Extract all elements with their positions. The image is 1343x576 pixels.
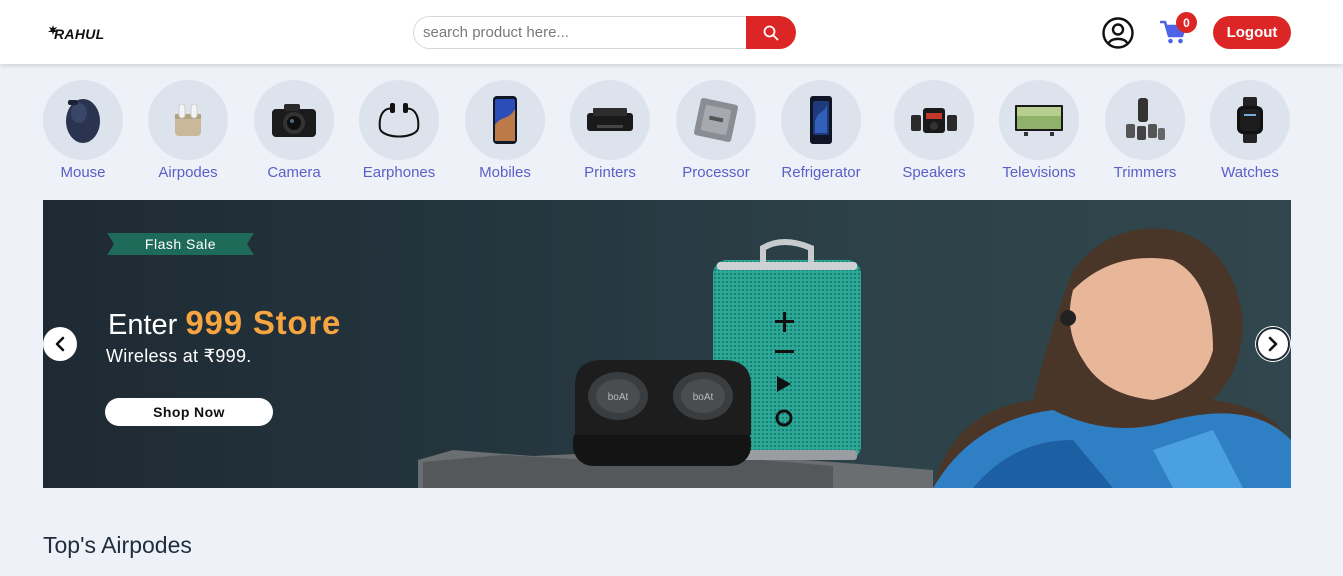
carousel-next-button[interactable] xyxy=(1256,327,1290,361)
banner-headline: Enter 999 Store xyxy=(108,304,341,342)
logo[interactable]: RAHUL xyxy=(48,22,108,44)
banner-headline-store: 999 Store xyxy=(185,304,342,341)
search-button[interactable] xyxy=(746,16,796,49)
category-label: Airpodes xyxy=(158,164,218,181)
speaker-icon xyxy=(911,108,957,133)
category-label: Watches xyxy=(1221,164,1279,181)
user-account-icon[interactable] xyxy=(1102,17,1134,49)
category-refrigerator[interactable]: Refrigerator xyxy=(771,80,871,184)
category-image xyxy=(999,80,1079,160)
mouse-icon xyxy=(66,99,100,143)
category-speakers[interactable]: Speakers xyxy=(884,80,984,184)
category-image xyxy=(676,80,756,160)
banner-subtitle: Wireless at ₹999. xyxy=(106,346,252,366)
earbud-brand-left: boAt xyxy=(608,392,629,403)
category-trimmers[interactable]: Trimmers xyxy=(1095,80,1195,184)
category-earphones[interactable]: Earphones xyxy=(349,80,449,184)
category-processor[interactable]: Processor xyxy=(666,80,766,184)
cart-count-badge: 0 xyxy=(1176,12,1197,33)
category-image xyxy=(1210,80,1290,160)
category-label: Trimmers xyxy=(1113,164,1177,181)
mobile-icon xyxy=(493,96,517,144)
category-label: Camera xyxy=(267,164,321,181)
category-label: Televisions xyxy=(1002,164,1076,181)
category-label: Speakers xyxy=(902,164,966,181)
category-image xyxy=(254,80,334,160)
category-label: Earphones xyxy=(362,164,436,181)
category-watches[interactable]: Watches xyxy=(1200,80,1300,184)
category-televisions[interactable]: Televisions xyxy=(989,80,1089,184)
category-image xyxy=(359,80,439,160)
header: RAHUL 0 Logout xyxy=(0,0,1343,64)
shop-now-button[interactable]: Shop Now xyxy=(105,398,273,426)
flash-sale-label-wrap: Flash Sale xyxy=(107,233,254,255)
category-label: Processor xyxy=(682,164,750,181)
earbud-brand-right: boAt xyxy=(693,392,714,403)
airpods-icon xyxy=(175,103,201,136)
category-image xyxy=(781,80,861,160)
category-image xyxy=(894,80,974,160)
search-input[interactable] xyxy=(413,16,753,49)
category-image xyxy=(465,80,545,160)
logout-button[interactable]: Logout xyxy=(1213,16,1291,49)
category-image xyxy=(1105,80,1185,160)
category-mouse[interactable]: Mouse xyxy=(33,80,133,184)
carousel-prev-button[interactable] xyxy=(43,327,77,361)
earphones-icon xyxy=(378,103,420,138)
flash-sale-label: Flash Sale xyxy=(144,236,217,252)
category-label: Mouse xyxy=(60,164,106,181)
category-camera[interactable]: Camera xyxy=(244,80,344,184)
search-icon xyxy=(763,25,779,40)
logo-text: RAHUL xyxy=(54,26,105,42)
category-printers[interactable]: Printers xyxy=(560,80,660,184)
banner-headline-enter: Enter xyxy=(108,309,178,341)
watch-icon xyxy=(1237,97,1263,143)
category-label: Mobiles xyxy=(479,164,531,181)
chevron-left-icon xyxy=(55,336,65,352)
category-label: Refrigerator xyxy=(781,164,861,181)
hero-banner: boAt boAt Flash Sale Enter 999 Store Wir… xyxy=(43,200,1291,488)
processor-icon xyxy=(694,98,738,142)
chevron-right-icon xyxy=(1268,336,1278,352)
refrigerator-icon xyxy=(810,96,832,144)
category-image xyxy=(148,80,228,160)
printer-icon xyxy=(587,108,633,131)
category-image xyxy=(43,80,123,160)
category-label: Printers xyxy=(584,164,636,181)
search-bar xyxy=(413,16,796,49)
category-mobiles[interactable]: Mobiles xyxy=(455,80,555,184)
television-icon xyxy=(1015,105,1063,136)
trimmer-icon xyxy=(1126,98,1165,140)
section-title: Top's Airpodes xyxy=(43,532,192,558)
banner-product-image: boAt boAt xyxy=(418,228,1291,488)
category-airpodes[interactable]: Airpodes xyxy=(138,80,238,184)
camera-icon xyxy=(272,104,316,137)
category-image xyxy=(570,80,650,160)
